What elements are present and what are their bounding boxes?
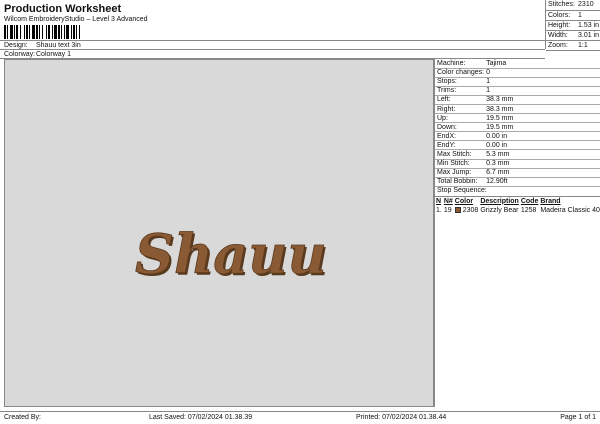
stat-key: Width: (548, 31, 568, 39)
machine-info-row: Up: 19.5 mm (435, 114, 600, 123)
row-code: 1258 (520, 206, 537, 214)
stat-key: Height: (548, 21, 571, 29)
machine-info-row: EndX: 0.00 in (435, 132, 600, 141)
machine-info-value: 5.3 mm (486, 150, 510, 158)
machine-info-key: EndY: (437, 141, 456, 149)
colorway-label: Colorway: (4, 51, 36, 58)
machine-info-key: Max Jump: (437, 169, 472, 177)
stat-value: 1 (578, 11, 582, 19)
stat-row: Width: 3.01 in (546, 30, 600, 40)
machine-info-key: Stops: (437, 78, 457, 86)
stat-row: Zoom: 1:1 (546, 40, 600, 50)
machine-info-row: Down: 19.5 mm (435, 123, 600, 132)
machine-info-key: Total Bobbin: (437, 178, 478, 186)
machine-info-value: 38.3 mm (486, 105, 514, 113)
col-description: Description (480, 197, 519, 205)
color-swatch (454, 206, 461, 213)
machine-info-value: 0 (486, 69, 490, 77)
worksheet-header: Production Worksheet Wilcom EmbroiderySt… (0, 0, 600, 59)
machine-info-row: Machine: Tajima (435, 59, 600, 69)
design-value: Shauu text 3in (36, 42, 81, 49)
machine-info-value: 0.00 in (486, 132, 508, 140)
design-preview-svg: Shauu Shauu (135, 222, 329, 288)
created-by: Created By: (4, 414, 41, 421)
machine-info-key: Left: (437, 96, 451, 104)
machine-info-value: 19.5 mm (486, 114, 514, 122)
design-label: Design: (4, 42, 28, 49)
barcode (4, 25, 112, 39)
col-num: N# (443, 197, 453, 205)
stat-key: Colors: (548, 11, 571, 19)
machine-info-value: Tajima (486, 59, 507, 67)
stop-sequence-table: N N# Color Description Code Brand 1. 19 … (435, 197, 600, 215)
row-color: 2308 (454, 206, 480, 215)
machine-info-value: 1 (486, 87, 490, 95)
design-row: Design: Shauu text 3in (0, 40, 545, 49)
machine-info-key: Up: (437, 114, 448, 122)
machine-info-value: 0.3 mm (486, 160, 510, 168)
col-code: Code (520, 197, 539, 205)
machine-info-row: Min Stitch: 0.3 mm (435, 159, 600, 169)
machine-info-value: 38.3 mm (486, 96, 514, 104)
machine-info-row: Trims: 1 (435, 86, 600, 96)
row-brand: Madeira Classic 40 (540, 206, 600, 214)
machine-info-key: Machine: (437, 59, 466, 67)
stop-sequence-title: Stop Sequence: (435, 187, 600, 197)
stat-row: Colors: 1 (546, 10, 600, 20)
worksheet-title: Production Worksheet (4, 3, 122, 15)
machine-info-row: Right: 38.3 mm (435, 104, 600, 114)
machine-info-key: Right: (437, 105, 456, 113)
stat-value: 2310 (578, 1, 594, 9)
colorway-row: Colorway: Colorway 1 (0, 49, 545, 59)
colorway-value: Colorway 1 (36, 51, 72, 58)
row-n: 1. (436, 206, 442, 214)
stat-row: Stitches: 2310 (546, 0, 600, 10)
worksheet-footer: Created By: Last Saved: 07/02/2024 01.38… (0, 411, 600, 424)
stat-key: Zoom: (548, 41, 568, 49)
machine-info-row: Left: 38.3 mm (435, 95, 600, 105)
row-num: 19 (443, 206, 452, 214)
machine-info-row: Total Bobbin: 12.90ft (435, 177, 600, 187)
stat-row: Height: 1.53 in (546, 20, 600, 30)
stat-value: 1:1 (578, 41, 588, 49)
machine-info-key: Min Stitch: (437, 160, 470, 168)
machine-info-table: Machine: Tajima Color changes: 0 Stops: 1 Trim… (435, 59, 600, 187)
machine-info-key: EndX: (437, 132, 457, 140)
machine-info-row: Stops: 1 (435, 77, 600, 87)
embroidery-text: Shauu (135, 222, 327, 286)
row-description: Grizzly Bear (480, 206, 519, 214)
machine-info-value: 12.90ft (486, 178, 508, 186)
stat-value: 3.01 in (578, 31, 600, 39)
machine-info-key: Trims: (437, 87, 457, 95)
stop-sequence-header: N N# Color Description Code Brand (435, 197, 600, 206)
machine-info-value: 0.00 in (486, 141, 508, 149)
col-n: N (436, 197, 442, 205)
stats-panel: Stitches: 2310 Colors: 1 Height: 1.53 in Wi… (545, 0, 600, 50)
machine-info-key: Down: (437, 123, 457, 131)
machine-info-value: 6.7 mm (486, 169, 510, 177)
machine-info-key: Color changes: (437, 69, 485, 77)
col-brand: Brand (540, 197, 561, 205)
machine-info-value: 19.5 mm (486, 123, 514, 131)
machine-info-panel: Machine: Tajima Color changes: 0 Stops: 1 Trim… (434, 59, 600, 407)
stat-value: 1.53 in (578, 21, 600, 29)
last-saved: Last Saved: 07/02/2024 01.38.39 (149, 414, 253, 421)
col-color: Color (454, 197, 474, 205)
machine-info-key: Max Stitch: (437, 150, 472, 158)
color-id: 2308 (462, 206, 479, 214)
printed-date: Printed: 07/02/2024 01.38.44 (356, 414, 447, 421)
page-number: Page 1 of 1 (560, 414, 596, 421)
machine-info-row: Max Jump: 6.7 mm (435, 168, 600, 178)
software-name: Wilcom EmbroideryStudio – Level 3 Advanc… (4, 16, 148, 23)
stop-sequence-row: 1. 19 2308 Grizzly Bear 1258 Madeira Cla… (435, 206, 600, 215)
machine-info-value: 1 (486, 78, 490, 86)
machine-info-row: Color changes: 0 (435, 68, 600, 78)
design-preview-canvas: Shauu Shauu (4, 59, 434, 407)
stat-key: Stitches: (548, 1, 575, 9)
machine-info-row: EndY: 0.00 in (435, 141, 600, 150)
machine-info-row: Max Stitch: 5.3 mm (435, 150, 600, 160)
